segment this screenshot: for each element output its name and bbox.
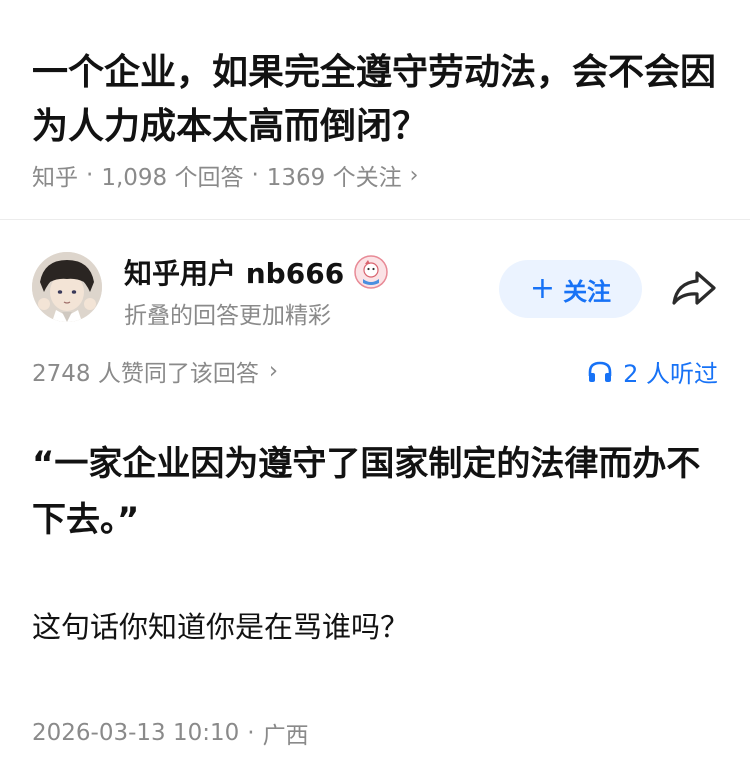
plus-icon: + (529, 271, 556, 306)
answer-footer: 2026-03-13 10:10 · 广西 (32, 716, 309, 750)
badge-icon (354, 255, 388, 289)
source-label: 知乎 (32, 165, 78, 191)
answer-location: 广西 (262, 723, 309, 749)
meta-separator: · (86, 162, 94, 188)
author-name[interactable]: 知乎用户 nb666 (124, 252, 388, 292)
divider (0, 219, 750, 220)
avatar[interactable] (32, 252, 102, 322)
follower-count: 1369 个关注 (266, 165, 402, 191)
likes-row[interactable]: 2748 人赞同了该回答 › (32, 354, 278, 388)
author-name-text: 知乎用户 nb666 (124, 257, 345, 290)
answer-quote: “一家企业因为遵守了国家制定的法律而办不下去。” (32, 444, 701, 540)
chevron-right-icon: › (409, 162, 419, 188)
listen-label: 2 人听过 (623, 360, 718, 388)
question-meta[interactable]: 知乎 · 1,098 个回答 · 1369 个关注 › (32, 158, 418, 192)
headphones-icon (588, 361, 612, 382)
meta-separator: · (251, 162, 259, 188)
share-icon[interactable] (670, 268, 718, 308)
answer-body: 这句话你知道你是在骂谁吗？ (32, 610, 410, 644)
footer-separator: · (247, 720, 255, 746)
answer-count: 1,098 个回答 (101, 165, 244, 191)
listen-count[interactable]: 2 人听过 (587, 354, 718, 389)
question-title[interactable]: 一个企业，如果完全遵守劳动法，会不会因为人力成本太高而倒闭？ (32, 46, 722, 154)
likes-count: 2748 人赞同了该回答 (32, 361, 259, 387)
author-subtitle: 折叠的回答更加精彩 (124, 303, 331, 329)
answer-datetime: 2026-03-13 10:10 (32, 720, 240, 746)
follow-button[interactable]: + 关注 (499, 260, 642, 318)
chevron-right-icon: › (268, 358, 279, 384)
follow-label: 关注 (563, 277, 612, 306)
